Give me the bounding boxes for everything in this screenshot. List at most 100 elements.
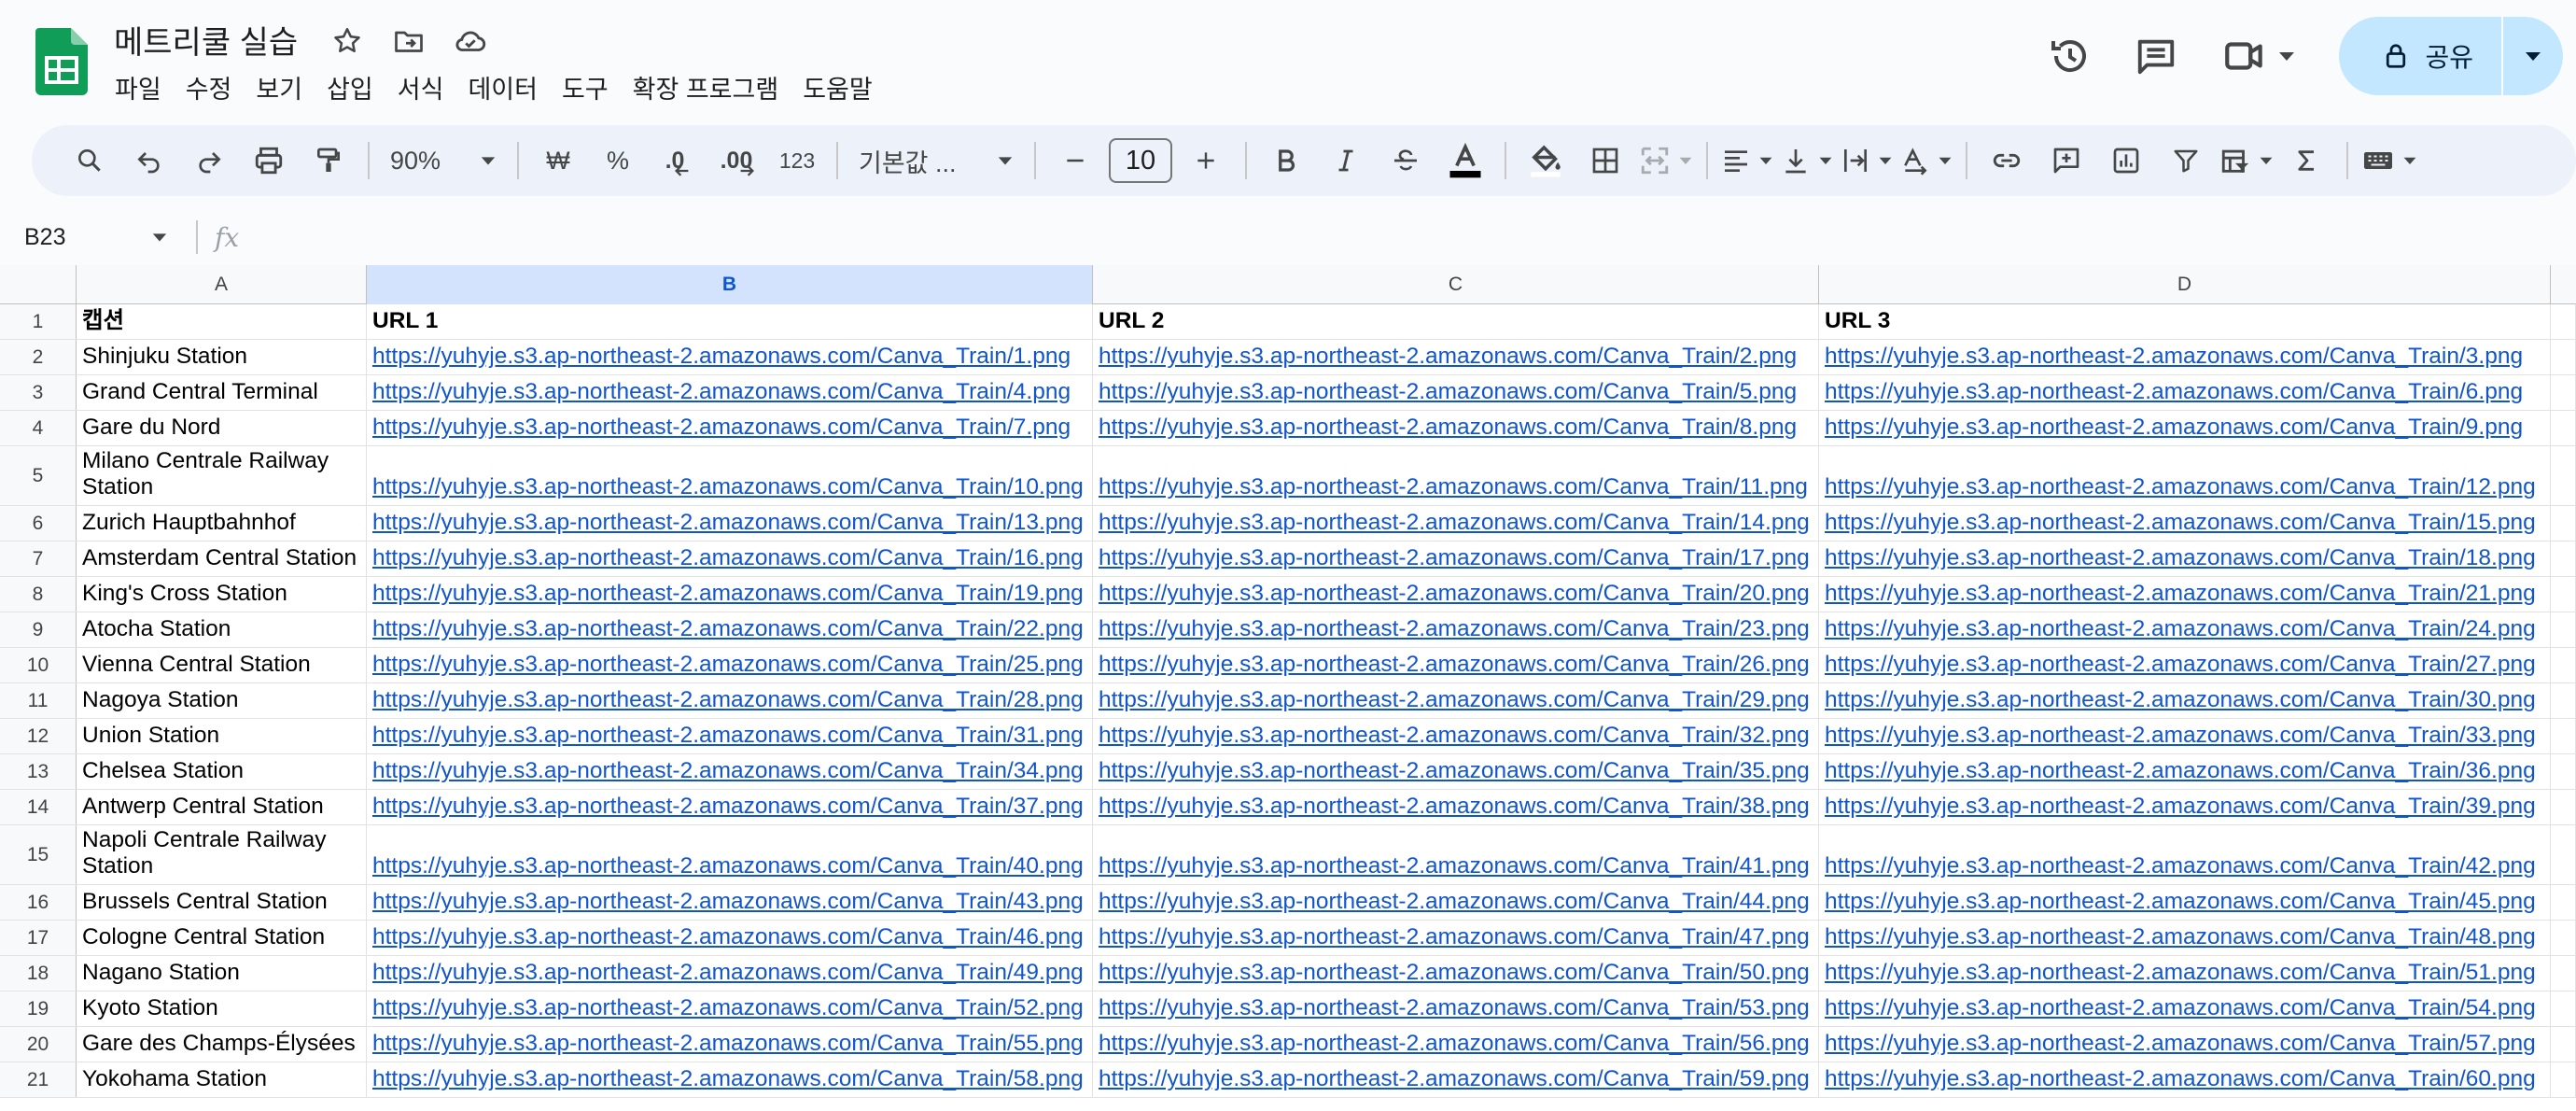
- cell-link[interactable]: https://yuhyje.s3.ap-northeast-2.amazona…: [1099, 960, 1810, 986]
- row-header[interactable]: 12: [0, 719, 77, 753]
- cell-b[interactable]: https://yuhyje.s3.ap-northeast-2.amazona…: [367, 921, 1093, 955]
- cell-link[interactable]: https://yuhyje.s3.ap-northeast-2.amazona…: [1099, 794, 1810, 820]
- cell-link[interactable]: https://yuhyje.s3.ap-northeast-2.amazona…: [372, 995, 1084, 1021]
- cell-link[interactable]: https://yuhyje.s3.ap-northeast-2.amazona…: [1099, 581, 1810, 607]
- cell-link[interactable]: https://yuhyje.s3.ap-northeast-2.amazona…: [1825, 545, 2536, 571]
- cell-b[interactable]: https://yuhyje.s3.ap-northeast-2.amazona…: [367, 648, 1093, 682]
- cell-b[interactable]: https://yuhyje.s3.ap-northeast-2.amazona…: [367, 956, 1093, 991]
- cell-e[interactable]: [2551, 719, 2576, 753]
- column-header-b[interactable]: B: [367, 265, 1093, 304]
- cell-link[interactable]: https://yuhyje.s3.ap-northeast-2.amazona…: [1099, 415, 1797, 441]
- comments-icon[interactable]: [2128, 28, 2184, 84]
- bold-icon[interactable]: [1260, 134, 1312, 187]
- menu-file[interactable]: 파일: [103, 65, 174, 109]
- increase-font-size-icon[interactable]: [1180, 134, 1232, 187]
- menu-tools[interactable]: 도구: [550, 65, 621, 109]
- cell-d[interactable]: https://yuhyje.s3.ap-northeast-2.amazona…: [1819, 1027, 2551, 1062]
- column-header-a[interactable]: A: [77, 265, 367, 304]
- cell-link[interactable]: https://yuhyje.s3.ap-northeast-2.amazona…: [372, 960, 1084, 986]
- cell-link[interactable]: https://yuhyje.s3.ap-northeast-2.amazona…: [1825, 344, 2523, 370]
- cell-c[interactable]: https://yuhyje.s3.ap-northeast-2.amazona…: [1093, 754, 1819, 789]
- sheets-logo-icon[interactable]: [35, 28, 88, 95]
- cell-c[interactable]: https://yuhyje.s3.ap-northeast-2.amazona…: [1093, 648, 1819, 682]
- cell-a[interactable]: King's Cross Station: [77, 577, 367, 612]
- cell-c[interactable]: https://yuhyje.s3.ap-northeast-2.amazona…: [1093, 1027, 1819, 1062]
- cell-e[interactable]: [2551, 612, 2576, 647]
- cell-c[interactable]: https://yuhyje.s3.ap-northeast-2.amazona…: [1093, 683, 1819, 718]
- cell-link[interactable]: https://yuhyje.s3.ap-northeast-2.amazona…: [1825, 474, 2536, 500]
- cell-b[interactable]: https://yuhyje.s3.ap-northeast-2.amazona…: [367, 1062, 1093, 1097]
- cell-link[interactable]: https://yuhyje.s3.ap-northeast-2.amazona…: [1825, 1031, 2536, 1057]
- cell-link[interactable]: https://yuhyje.s3.ap-northeast-2.amazona…: [1099, 545, 1810, 571]
- cell-link[interactable]: https://yuhyje.s3.ap-northeast-2.amazona…: [1825, 687, 2536, 713]
- cell-link[interactable]: https://yuhyje.s3.ap-northeast-2.amazona…: [1099, 1066, 1810, 1092]
- paint-format-icon[interactable]: [302, 134, 355, 187]
- cell-b[interactable]: https://yuhyje.s3.ap-northeast-2.amazona…: [367, 612, 1093, 647]
- cell-link[interactable]: https://yuhyje.s3.ap-northeast-2.amazona…: [1099, 474, 1808, 500]
- italic-icon[interactable]: [1320, 134, 1372, 187]
- cell-link[interactable]: https://yuhyje.s3.ap-northeast-2.amazona…: [1099, 652, 1810, 678]
- cell-link[interactable]: https://yuhyje.s3.ap-northeast-2.amazona…: [372, 344, 1071, 370]
- cell-e[interactable]: [2551, 991, 2576, 1026]
- cell-c[interactable]: https://yuhyje.s3.ap-northeast-2.amazona…: [1093, 1062, 1819, 1097]
- cell-b[interactable]: https://yuhyje.s3.ap-northeast-2.amazona…: [367, 825, 1093, 884]
- row-header[interactable]: 11: [0, 683, 77, 718]
- filter-views-icon[interactable]: [2219, 134, 2274, 187]
- font-size-input[interactable]: 10: [1109, 138, 1172, 183]
- cell-link[interactable]: https://yuhyje.s3.ap-northeast-2.amazona…: [1825, 415, 2523, 441]
- row-header[interactable]: 19: [0, 991, 77, 1026]
- cell-a[interactable]: Zurich Hauptbahnhof: [77, 506, 367, 541]
- cell-b[interactable]: https://yuhyje.s3.ap-northeast-2.amazona…: [367, 577, 1093, 612]
- cell-e[interactable]: [2551, 375, 2576, 410]
- row-header[interactable]: 6: [0, 506, 77, 541]
- cell-link[interactable]: https://yuhyje.s3.ap-northeast-2.amazona…: [372, 794, 1084, 820]
- cell-link[interactable]: https://yuhyje.s3.ap-northeast-2.amazona…: [1825, 723, 2536, 749]
- cell-link[interactable]: https://yuhyje.s3.ap-northeast-2.amazona…: [1825, 616, 2536, 642]
- row-header[interactable]: 4: [0, 411, 77, 445]
- cell-e[interactable]: [2551, 956, 2576, 991]
- decrease-decimal-button[interactable]: .0: [651, 134, 704, 187]
- decrease-font-size-icon[interactable]: [1049, 134, 1101, 187]
- cell-a[interactable]: Napoli Centrale Railway Station: [77, 825, 367, 884]
- cell-e[interactable]: [2551, 541, 2576, 576]
- cell-link[interactable]: https://yuhyje.s3.ap-northeast-2.amazona…: [372, 1066, 1084, 1092]
- cell-d[interactable]: https://yuhyje.s3.ap-northeast-2.amazona…: [1819, 340, 2551, 374]
- cell-link[interactable]: https://yuhyje.s3.ap-northeast-2.amazona…: [372, 510, 1084, 536]
- font-select[interactable]: 기본값 ...: [851, 134, 1021, 187]
- cell-b[interactable]: https://yuhyje.s3.ap-northeast-2.amazona…: [367, 1027, 1093, 1062]
- cell-b[interactable]: https://yuhyje.s3.ap-northeast-2.amazona…: [367, 506, 1093, 541]
- cell-e[interactable]: [2551, 921, 2576, 955]
- select-all-corner[interactable]: [0, 265, 77, 304]
- cell-a[interactable]: Kyoto Station: [77, 991, 367, 1026]
- cell-link[interactable]: https://yuhyje.s3.ap-northeast-2.amazona…: [1099, 924, 1810, 950]
- cell-d[interactable]: https://yuhyje.s3.ap-northeast-2.amazona…: [1819, 790, 2551, 824]
- cell-a[interactable]: Shinjuku Station: [77, 340, 367, 374]
- cell-c[interactable]: https://yuhyje.s3.ap-northeast-2.amazona…: [1093, 790, 1819, 824]
- cell-b[interactable]: https://yuhyje.s3.ap-northeast-2.amazona…: [367, 885, 1093, 920]
- cell-a[interactable]: Brussels Central Station: [77, 885, 367, 920]
- row-header[interactable]: 21: [0, 1062, 77, 1097]
- input-tools-icon[interactable]: [2361, 134, 2417, 187]
- currency-format-button[interactable]: ₩: [532, 134, 584, 187]
- cell-d[interactable]: https://yuhyje.s3.ap-northeast-2.amazona…: [1819, 577, 2551, 612]
- cell-link[interactable]: https://yuhyje.s3.ap-northeast-2.amazona…: [372, 687, 1084, 713]
- cell-link[interactable]: https://yuhyje.s3.ap-northeast-2.amazona…: [1099, 510, 1810, 536]
- cell-c[interactable]: https://yuhyje.s3.ap-northeast-2.amazona…: [1093, 577, 1819, 612]
- cell-link[interactable]: https://yuhyje.s3.ap-northeast-2.amazona…: [1099, 379, 1797, 405]
- cell-link[interactable]: https://yuhyje.s3.ap-northeast-2.amazona…: [1825, 889, 2536, 915]
- cell-a[interactable]: Chelsea Station: [77, 754, 367, 789]
- cell-b[interactable]: https://yuhyje.s3.ap-northeast-2.amazona…: [367, 541, 1093, 576]
- cell-link[interactable]: https://yuhyje.s3.ap-northeast-2.amazona…: [372, 652, 1084, 678]
- cell-e[interactable]: [2551, 446, 2576, 505]
- cell-d[interactable]: https://yuhyje.s3.ap-northeast-2.amazona…: [1819, 446, 2551, 505]
- cell-link[interactable]: https://yuhyje.s3.ap-northeast-2.amazona…: [1099, 995, 1810, 1021]
- cell-b[interactable]: https://yuhyje.s3.ap-northeast-2.amazona…: [367, 754, 1093, 789]
- cell-d[interactable]: https://yuhyje.s3.ap-northeast-2.amazona…: [1819, 683, 2551, 718]
- cell-link[interactable]: https://yuhyje.s3.ap-northeast-2.amazona…: [1825, 924, 2536, 950]
- text-color-icon[interactable]: [1439, 134, 1491, 187]
- cell-link[interactable]: https://yuhyje.s3.ap-northeast-2.amazona…: [1099, 687, 1810, 713]
- cell-d[interactable]: https://yuhyje.s3.ap-northeast-2.amazona…: [1819, 375, 2551, 410]
- horizontal-align-icon[interactable]: [1721, 134, 1773, 187]
- cell-link[interactable]: https://yuhyje.s3.ap-northeast-2.amazona…: [372, 758, 1084, 784]
- cell-c[interactable]: https://yuhyje.s3.ap-northeast-2.amazona…: [1093, 991, 1819, 1026]
